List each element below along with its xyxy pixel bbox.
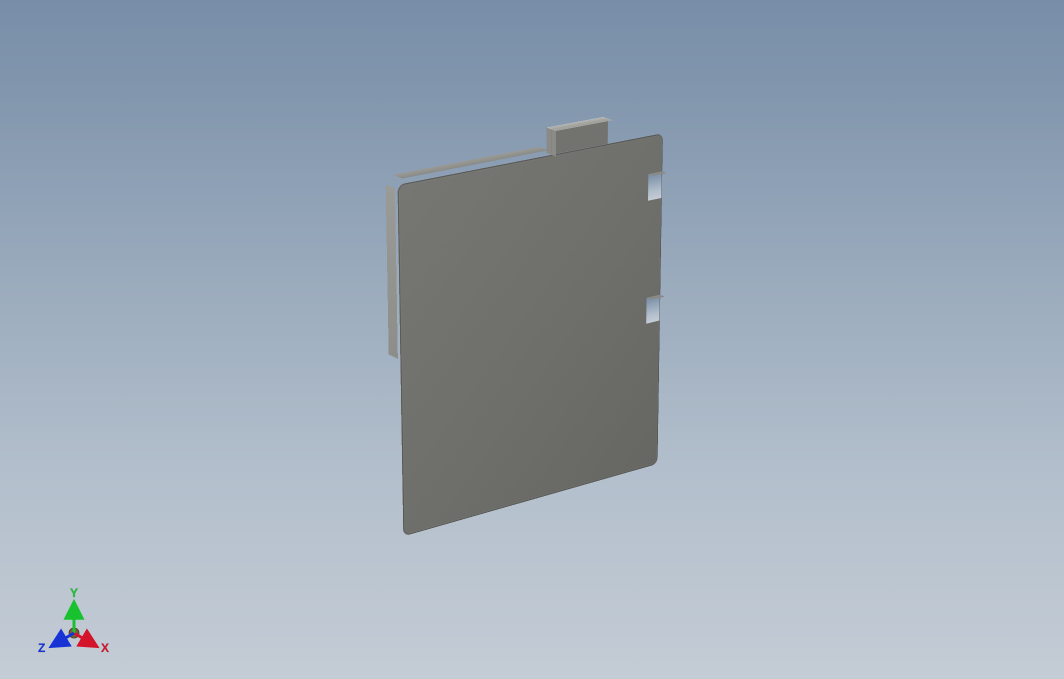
- triad-z-axis: [52, 633, 74, 646]
- right-notch-upper: [648, 171, 662, 200]
- orientation-triad[interactable]: X Y Z: [32, 577, 116, 661]
- triad-x-axis: [74, 633, 96, 646]
- triad-svg: X Y Z: [32, 577, 116, 661]
- cad-viewport[interactable]: X Y Z: [0, 0, 1064, 679]
- triad-y-label: Y: [70, 586, 78, 600]
- 3d-stage: [0, 0, 1064, 679]
- plate-front-face: [397, 133, 662, 536]
- triad-z-label: Z: [38, 641, 45, 655]
- triad-x-label: X: [101, 641, 109, 655]
